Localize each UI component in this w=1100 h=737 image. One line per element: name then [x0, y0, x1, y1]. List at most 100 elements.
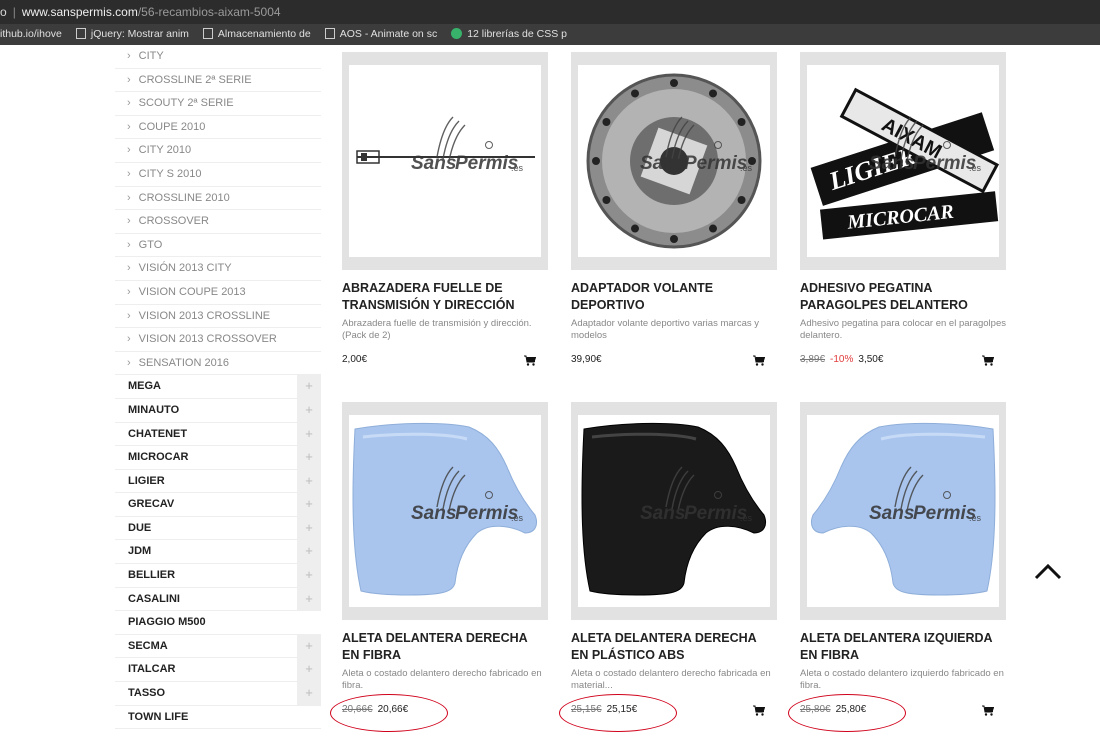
url-separator: | [12, 5, 16, 19]
sidebar-subitem[interactable]: › VISION 2013 CROSSOVER [115, 328, 321, 352]
product-image[interactable]: Sans Permis .es [578, 65, 770, 257]
sidebar-subitem[interactable]: › CITY S 2010 [115, 163, 321, 187]
product-card[interactable]: Sans Permis .es ALETA DELANTERA DERECHA … [330, 402, 548, 732]
expand-plus-icon[interactable]: + [297, 446, 321, 470]
expand-plus-icon[interactable]: + [297, 493, 321, 517]
product-image-frame[interactable]: Sans Permis .es [800, 402, 1006, 620]
sidebar-category-label: TOWN LIFE [128, 710, 189, 723]
product-image-frame[interactable]: LIGIER AIXAM MICROCAR Sans Permis .es [800, 52, 1006, 270]
product-card[interactable]: LIGIER AIXAM MICROCAR Sans Permis .es AD… [800, 52, 1006, 382]
expand-plus-icon[interactable]: + [297, 422, 321, 446]
product-title[interactable]: ADHESIVO PEGATINA PARAGOLPES DELANTERO [800, 280, 1006, 314]
product-title[interactable]: ADAPTADOR VOLANTE DEPORTIVO [571, 280, 777, 314]
product-image[interactable]: Sans Permis .es [578, 415, 770, 607]
sidebar-subitem[interactable]: › VISION 2013 CROSSLINE [115, 305, 321, 329]
sidebar-category[interactable]: CASALINI + [115, 587, 321, 612]
product-image-frame[interactable]: Sans Permis .es [571, 52, 777, 270]
product-title[interactable]: ALETA DELANTERA IZQUIERDA EN FIBRA [800, 630, 1006, 664]
sidebar-subitem[interactable]: › VISION COUPE 2013 [115, 281, 321, 305]
sidebar-category-label: MINAUTO [128, 403, 180, 416]
sidebar-subitem[interactable]: › COUPE 2010 [115, 116, 321, 140]
sidebar-category[interactable]: MINAUTO + [115, 398, 321, 423]
expand-plus-icon[interactable]: + [297, 564, 321, 588]
green-circle-icon [451, 28, 463, 39]
product-title[interactable]: ALETA DELANTERA DERECHA EN FIBRA [342, 630, 548, 664]
bookmark-label: 12 librerías de CSS p [467, 28, 568, 40]
chevron-right-icon: › [127, 215, 131, 228]
expand-plus-icon[interactable]: + [297, 516, 321, 540]
expand-plus-icon[interactable]: + [297, 682, 321, 706]
sidebar-subitem-label: GTO [138, 238, 163, 251]
sidebar-subitem[interactable]: › CROSSOVER [115, 210, 321, 234]
product-image[interactable]: LIGIER AIXAM MICROCAR Sans Permis .es [807, 65, 999, 257]
sidebar-subitem-label: VISION 2013 CROSSLINE [138, 309, 271, 322]
sidebar-category[interactable]: GRECAV + [115, 493, 321, 517]
chevron-right-icon: › [127, 144, 131, 157]
product-description: Aleta o costado delantero izquierdo fabr… [800, 668, 1004, 691]
product-card[interactable]: Sans Permis .es ALETA DELANTERA DERECHA … [559, 402, 777, 732]
product-title[interactable]: ABRAZADERA FUELLE DE TRANSMISIÓN Y DIREC… [342, 280, 548, 314]
sidebar-subitem[interactable]: › VISIÓN 2013 CITY [115, 257, 321, 281]
sidebar-category[interactable]: BELLIER + [115, 564, 321, 588]
svg-text:.es: .es [969, 163, 982, 173]
expand-plus-icon[interactable]: + [297, 540, 321, 564]
page-icon [202, 28, 213, 39]
product-image[interactable]: Sans Permis .es [349, 65, 541, 257]
sidebar-category[interactable]: SECMA + [115, 634, 321, 659]
sidebar-category[interactable]: ITALCAR + [115, 658, 321, 683]
sidebar-category[interactable]: MEGA + [115, 375, 321, 399]
sidebar-category-label: BELLIER [128, 569, 176, 582]
product-price-row: 3,89€ -10% 3,50€ [800, 354, 883, 365]
product-title[interactable]: ALETA DELANTERA DERECHA EN PLÁSTICO ABS [571, 630, 777, 664]
product-card[interactable]: Sans Permis .es ADAPTADOR VOLANTE DEPORT… [571, 52, 777, 382]
chevron-right-icon: › [127, 73, 131, 86]
sidebar-subitem-label: CITY 2010 [138, 144, 192, 157]
sidebar-category[interactable]: MICROCAR + [115, 446, 321, 470]
annotation-circle [788, 694, 906, 732]
sidebar-category[interactable]: CHATENET + [115, 422, 321, 447]
expand-plus-icon[interactable]: + [297, 469, 321, 493]
expand-plus-icon[interactable]: + [297, 587, 321, 611]
product-card[interactable]: Sans Permis .es ALETA DELANTERA IZQUIERD… [788, 402, 1006, 732]
sidebar-category[interactable]: JDM + [115, 540, 321, 565]
sidebar-subitem[interactable]: › CITY 2010 [115, 139, 321, 163]
expand-plus-icon[interactable]: + [297, 398, 321, 422]
shopping-cart-icon[interactable] [753, 353, 766, 366]
bookmark-item[interactable]: 12 librerías de CSS p [451, 24, 567, 45]
product-image-frame[interactable]: Sans Permis .es [342, 402, 548, 620]
bookmark-item[interactable]: jQuery: Mostrar anim [75, 24, 189, 45]
sidebar-category[interactable]: LIGIER + [115, 469, 321, 494]
svg-text:.es: .es [740, 513, 753, 523]
svg-text:Permis: Permis [913, 503, 976, 524]
sidebar-category[interactable]: TASSO + [115, 682, 321, 706]
sidebar-subitem-label: CITY S 2010 [138, 167, 202, 180]
sidebar-category[interactable]: TOWN LIFE [115, 705, 321, 730]
expand-plus-icon[interactable]: + [297, 634, 321, 658]
chevron-up-icon[interactable] [1033, 560, 1063, 582]
svg-text:Sans: Sans [411, 153, 456, 174]
sidebar-subitem[interactable]: › SCOUTY 2ª Serie [115, 92, 321, 116]
sidebar-subitem[interactable]: › CROSSLINE 2010 [115, 187, 321, 211]
expand-plus-icon[interactable]: + [297, 375, 321, 399]
sidebar-subitem[interactable]: › SENSATION 2016 [115, 352, 321, 376]
product-card[interactable]: Sans Permis .es ABRAZADERA FUELLE DE TRA… [342, 52, 548, 382]
product-image-frame[interactable]: Sans Permis .es [571, 402, 777, 620]
shopping-cart-icon[interactable] [753, 703, 766, 716]
address-bar[interactable]: o | www.sanspermis.com/56-recambios-aixam-… [0, 0, 1100, 24]
bookmark-item[interactable]: AOS - Animate on sc [324, 24, 437, 45]
shopping-cart-icon[interactable] [982, 703, 995, 716]
sidebar-category[interactable]: PIAGGIO M500 [115, 611, 321, 635]
bookmark-item[interactable]: Almacenamiento de [202, 24, 311, 45]
sidebar-subitem[interactable]: › CITY [115, 45, 321, 69]
sidebar-category[interactable]: DUE + [115, 516, 321, 541]
bookmark-item[interactable]: ithub.io/ihove [0, 24, 62, 45]
product-image[interactable]: Sans Permis .es [349, 415, 541, 607]
expand-plus-icon[interactable]: + [297, 658, 321, 682]
shopping-cart-icon[interactable] [524, 353, 537, 366]
sidebar-subitem[interactable]: › GTO [115, 234, 321, 258]
product-image-frame[interactable]: Sans Permis .es [342, 52, 548, 270]
shopping-cart-icon[interactable] [982, 353, 995, 366]
sidebar-category-label: ITALCAR [128, 663, 176, 676]
sidebar-subitem[interactable]: › CROSSLINE 2ª Serie [115, 69, 321, 93]
product-image[interactable]: Sans Permis .es [807, 415, 999, 607]
